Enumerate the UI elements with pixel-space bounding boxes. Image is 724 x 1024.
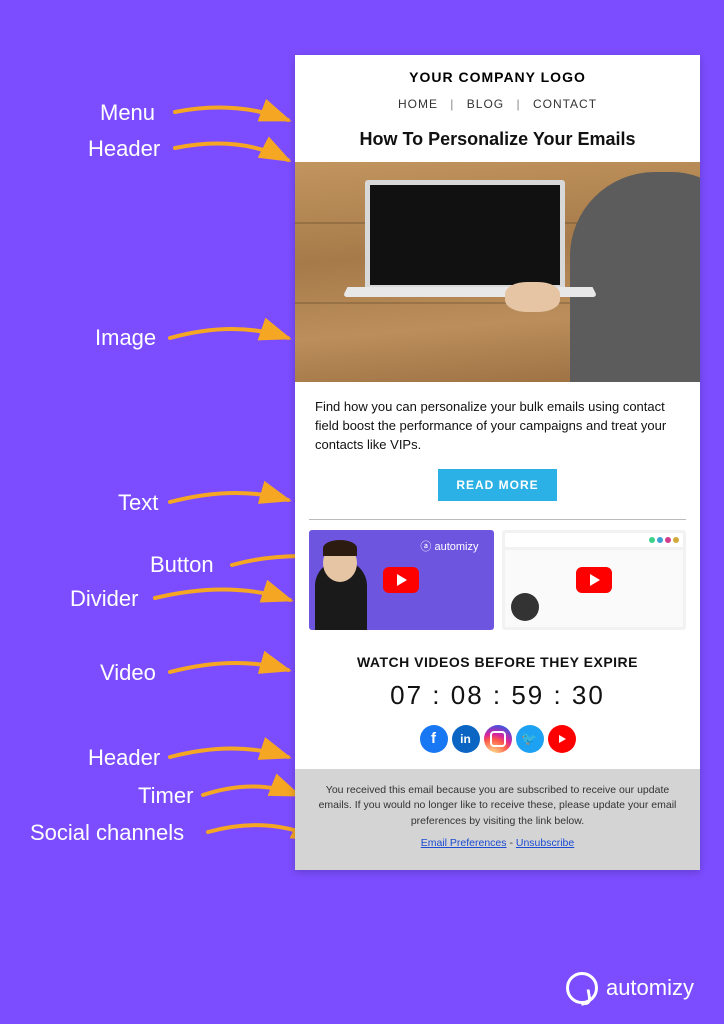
hero-image: [295, 162, 700, 382]
nav-menu: HOME | BLOG | CONTACT: [295, 91, 700, 125]
video1-brand: ⓐ automizy: [420, 538, 478, 554]
email-preview: YOUR COMPANY LOGO HOME | BLOG | CONTACT …: [295, 55, 700, 870]
instagram-icon[interactable]: [484, 725, 512, 753]
annotation-header: Header: [88, 136, 160, 162]
nav-contact[interactable]: CONTACT: [533, 97, 597, 111]
video-thumbnail-1[interactable]: ⓐ automizy: [309, 530, 494, 630]
footer-link-preferences[interactable]: Email Preferences: [421, 837, 507, 849]
automizy-wordmark: automizy: [606, 975, 694, 1001]
canvas: Menu Header Image Text Button Divider Vi…: [0, 0, 724, 1024]
youtube-icon[interactable]: [548, 725, 576, 753]
video-row: ⓐ automizy: [295, 520, 700, 640]
countdown-timer: 07 : 08 : 59 : 30: [295, 676, 700, 725]
annotation-button: Button: [150, 552, 214, 578]
annotation-image: Image: [95, 325, 156, 351]
nav-blog[interactable]: BLOG: [467, 97, 504, 111]
body-text: Find how you can personalize your bulk e…: [295, 382, 700, 463]
footer-link-unsubscribe[interactable]: Unsubscribe: [516, 837, 574, 849]
annotation-social: Social channels: [30, 820, 184, 846]
linkedin-icon[interactable]: in: [452, 725, 480, 753]
company-logo: YOUR COMPANY LOGO: [295, 55, 700, 91]
play-icon: [383, 567, 419, 593]
facebook-icon[interactable]: f: [420, 725, 448, 753]
annotation-header2: Header: [88, 745, 160, 771]
automizy-brand: automizy: [566, 972, 694, 1004]
twitter-icon[interactable]: 🐦: [516, 725, 544, 753]
email-headline: How To Personalize Your Emails: [295, 125, 700, 162]
social-row: f in 🐦: [295, 725, 700, 769]
read-more-button[interactable]: READ MORE: [438, 469, 556, 501]
annotation-divider: Divider: [70, 586, 138, 612]
annotation-menu: Menu: [100, 100, 155, 126]
nav-sep: |: [450, 97, 454, 111]
play-icon: [576, 567, 612, 593]
annotation-video: Video: [100, 660, 156, 686]
email-footer: You received this email because you are …: [295, 769, 700, 870]
button-row: READ MORE: [295, 463, 700, 519]
nav-sep: |: [516, 97, 520, 111]
annotation-text: Text: [118, 490, 158, 516]
annotation-timer: Timer: [138, 783, 193, 809]
automizy-logo-icon: [566, 972, 598, 1004]
sub-headline: WATCH VIDEOS BEFORE THEY EXPIRE: [295, 640, 700, 676]
nav-home[interactable]: HOME: [398, 97, 438, 111]
footer-text: You received this email because you are …: [317, 783, 678, 830]
video-thumbnail-2[interactable]: [502, 530, 687, 630]
